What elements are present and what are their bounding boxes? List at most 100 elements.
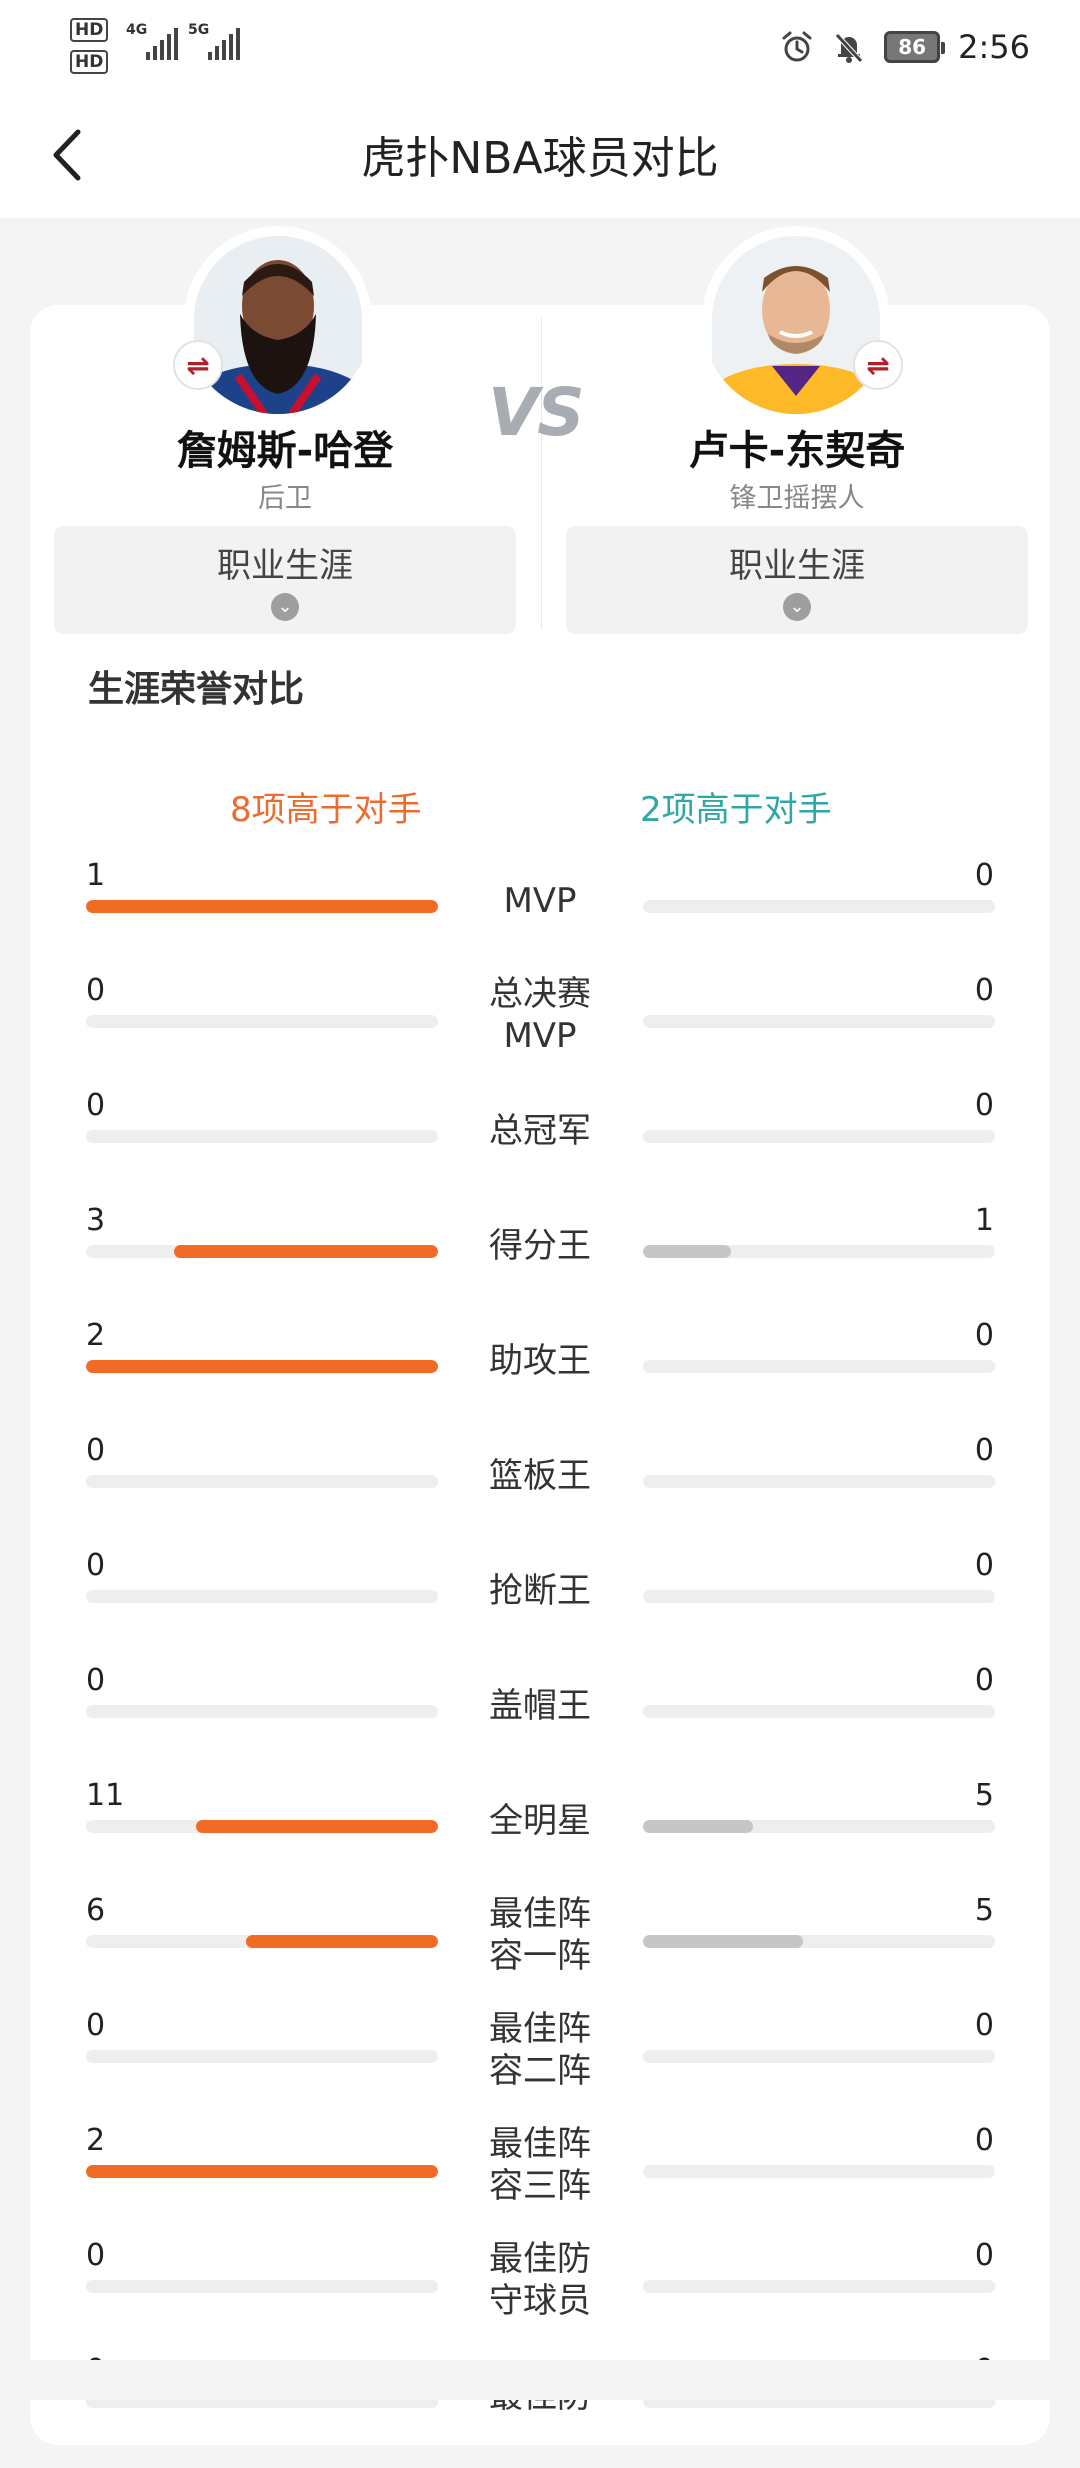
right-bar-track [643, 1245, 995, 1258]
battery-icon: 86 [884, 31, 946, 63]
left-value: 0 [86, 973, 106, 1008]
player-avatar [194, 236, 362, 414]
category-label: 最佳阵 容二阵 [450, 2008, 630, 2092]
left-value: 0 [86, 1088, 106, 1123]
left-value: 2 [86, 2123, 106, 2158]
right-value: 5 [974, 1893, 994, 1928]
category-label-line: 守球员 [489, 2281, 591, 2321]
right-career-select[interactable]: 职业生涯 ⌄ [566, 526, 1028, 634]
category-label: 总决赛 MVP [450, 973, 630, 1057]
sim1-signal-icon [146, 24, 178, 60]
swap-icon: ⇌ [866, 348, 890, 382]
left-value: 6 [86, 1893, 106, 1928]
select-label: 职业生涯 [729, 546, 865, 586]
gesture-bar [0, 2360, 1080, 2400]
category-label: 最佳阵 容一阵 [450, 1893, 630, 1977]
category-label: 最佳阵 容三阵 [450, 2123, 630, 2207]
right-summary: 2项高于对手 [640, 790, 832, 830]
category-label-line: 全明星 [489, 1801, 591, 1841]
category-label: 得分王 [450, 1225, 630, 1267]
right-value: 0 [974, 1548, 994, 1583]
divider [541, 318, 542, 630]
right-value: 0 [974, 1088, 994, 1123]
hd-badge-1: HD [70, 18, 109, 42]
left-value: 0 [86, 1548, 106, 1583]
left-bar-fill [86, 2165, 438, 2178]
swap-right-player-button[interactable]: ⇌ [853, 340, 903, 390]
left-value: 1 [86, 858, 106, 893]
swap-left-player-button[interactable]: ⇌ [173, 340, 223, 390]
category-label: 总冠军 [450, 1110, 630, 1152]
left-value: 0 [86, 2008, 106, 2043]
left-value: 3 [86, 1203, 106, 1238]
honor-row: 0 0 抢断王 [0, 1548, 1080, 1663]
category-label-line: 最佳阵 [489, 2124, 591, 2164]
category-label-line: MVP [503, 881, 577, 921]
category-label-line: 篮板王 [489, 1456, 591, 1496]
left-bar-fill [246, 1935, 438, 1948]
left-player-photo[interactable] [184, 226, 372, 414]
category-label-line: 最佳防 [489, 2239, 591, 2279]
nav-bar: 虎扑NBA球员对比 [0, 92, 1080, 218]
left-bar-track [86, 1130, 438, 1143]
player-avatar [712, 236, 880, 414]
category-label: 全明星 [450, 1800, 630, 1842]
hd-badge-2: HD [70, 50, 109, 74]
category-label-line: 容三阵 [489, 2166, 591, 2206]
signal-area: HD HD 4G 5G [70, 18, 250, 78]
left-bar-fill [86, 900, 438, 913]
right-bar-track [643, 1935, 995, 1948]
left-summary: 8项高于对手 [230, 790, 422, 830]
left-bar-track [86, 2280, 438, 2293]
category-label: 助攻王 [450, 1340, 630, 1382]
page-title: 虎扑NBA球员对比 [361, 133, 719, 184]
section-title: 生涯荣誉对比 [88, 669, 305, 710]
category-label: 盖帽王 [450, 1685, 630, 1727]
left-bar-fill [196, 1820, 438, 1833]
honor-row: 0 0 总决赛 MVP [0, 973, 1080, 1088]
honor-row: 0 0 总冠军 [0, 1088, 1080, 1203]
honor-row: 0 0 最佳防 守球员 [0, 2238, 1080, 2353]
left-bar-track [86, 2165, 438, 2178]
left-bar-track [86, 1935, 438, 1948]
right-bar-track [643, 1360, 995, 1373]
chevron-down-icon: ⌄ [783, 593, 811, 621]
left-bar-track [86, 1360, 438, 1373]
right-bar-track [643, 2050, 995, 2063]
left-bar-track [86, 1705, 438, 1718]
status-bar: HD HD 4G 5G 86 2:56 [0, 0, 1080, 92]
left-bar-track [86, 1590, 438, 1603]
left-bar-track [86, 1820, 438, 1833]
right-bar-track [643, 1130, 995, 1143]
right-value: 0 [974, 858, 994, 893]
select-label: 职业生涯 [217, 546, 353, 586]
right-player-photo[interactable] [702, 226, 890, 414]
swap-icon: ⇌ [186, 348, 210, 382]
category-label-line: MVP [503, 1016, 577, 1056]
left-bar-track [86, 2050, 438, 2063]
right-bar-track [643, 900, 995, 913]
category-label-line: 助攻王 [489, 1341, 591, 1381]
category-label-line: 总冠军 [489, 1111, 591, 1151]
right-value: 0 [974, 1318, 994, 1353]
left-bar-track [86, 1015, 438, 1028]
category-label: 篮板王 [450, 1455, 630, 1497]
left-career-select[interactable]: 职业生涯 ⌄ [54, 526, 516, 634]
left-value: 11 [86, 1778, 125, 1813]
right-value: 5 [974, 1778, 994, 1813]
right-value: 1 [974, 1203, 994, 1238]
clock: 2:56 [958, 28, 1030, 66]
right-value: 0 [974, 2008, 994, 2043]
category-label-line: 容一阵 [489, 1936, 591, 1976]
mute-bell-icon [835, 33, 863, 63]
left-value: 0 [86, 1433, 106, 1468]
right-bar-track [643, 1820, 995, 1833]
right-bar-fill [643, 1245, 731, 1258]
category-label-line: 最佳阵 [489, 1894, 591, 1934]
right-bar-fill [643, 1820, 753, 1833]
category-label-line: 盖帽王 [489, 1686, 591, 1726]
left-value: 0 [86, 1663, 106, 1698]
left-bar-fill [86, 1360, 438, 1373]
right-value: 0 [974, 973, 994, 1008]
honor-row: 11 5 全明星 [0, 1778, 1080, 1893]
